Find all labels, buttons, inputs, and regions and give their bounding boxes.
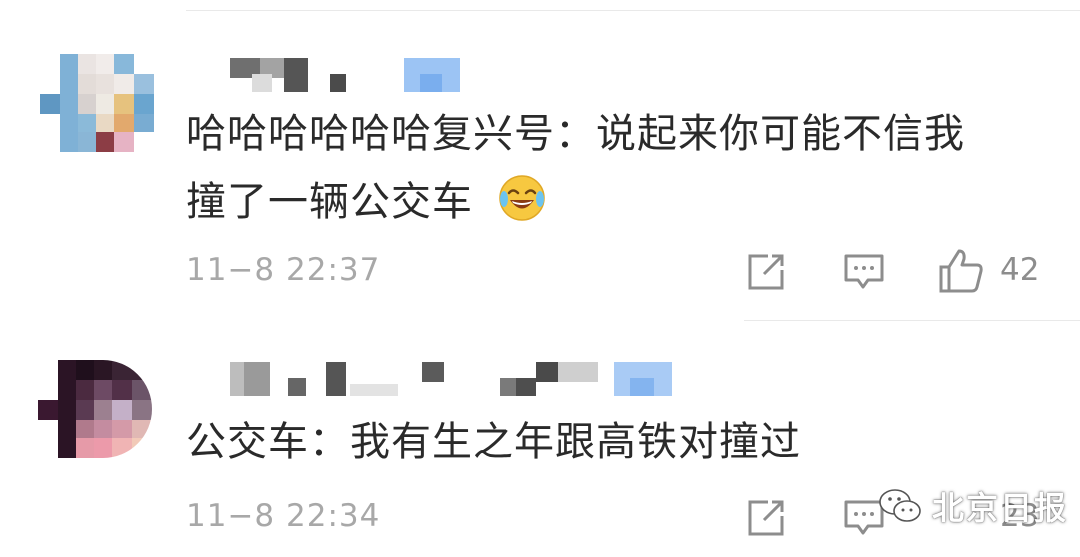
watermark-text: 北京日报 — [932, 489, 1069, 527]
share-button[interactable] — [744, 496, 788, 540]
comment-icon — [844, 254, 884, 289]
like-count: 42 — [1000, 252, 1040, 288]
comment-divider — [744, 320, 1080, 321]
share-button[interactable] — [744, 250, 788, 294]
share-icon — [748, 500, 784, 536]
reply-button[interactable] — [840, 250, 888, 294]
top-divider — [186, 10, 1080, 11]
watermark: 北京日报 — [878, 478, 1068, 534]
comment-text: 哈哈哈哈哈哈复兴号：说起来你可能不信我 — [186, 111, 965, 157]
like-button[interactable] — [936, 246, 986, 296]
like-icon — [939, 249, 983, 293]
share-icon — [748, 254, 784, 290]
avatar[interactable] — [38, 360, 152, 458]
laughing-emoji-icon — [497, 173, 547, 223]
comment-text: 撞了一辆公交车 — [186, 168, 547, 236]
comment-text: 公交车：我有生之年跟高铁对撞过 — [186, 419, 801, 465]
comment-time: 11−8 22:37 — [186, 252, 381, 288]
comment-time: 11−8 22:34 — [186, 498, 381, 534]
wechat-icon — [879, 489, 921, 522]
avatar[interactable] — [40, 54, 154, 152]
